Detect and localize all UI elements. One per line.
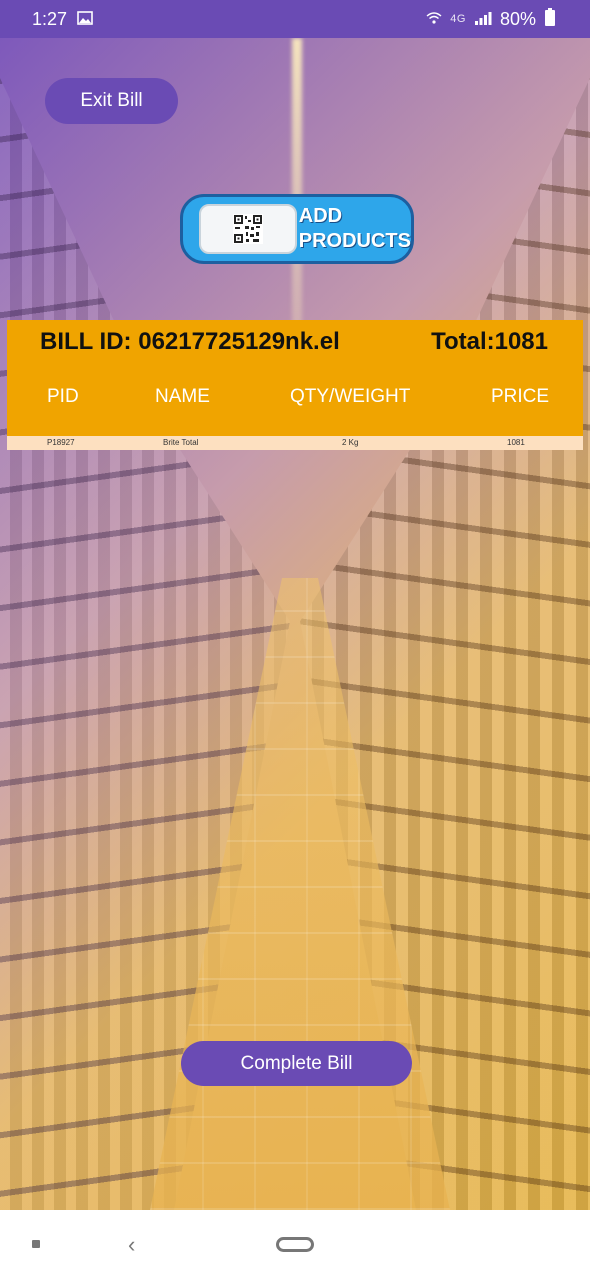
bill-header-panel: BILL ID: 06217725129nk.el Total:1081 PID… xyxy=(7,320,583,436)
row-name: Brite Total xyxy=(163,438,199,447)
battery-percent: 80% xyxy=(499,8,536,29)
exit-bill-button[interactable]: Exit Bill xyxy=(45,78,178,124)
bill-screen: Exit Bill ADD PRODUCTS BILL ID: 06217725… xyxy=(0,38,590,1210)
navigation-bar: ‹ xyxy=(0,1210,590,1280)
row-price: 1081 xyxy=(507,438,525,447)
back-icon[interactable]: ‹ xyxy=(128,1232,135,1258)
qr-code-icon xyxy=(199,204,297,254)
add-products-label: ADD PRODUCTS xyxy=(298,205,411,252)
wifi-icon xyxy=(426,9,442,30)
column-header-qty: QTY/WEIGHT xyxy=(290,386,411,407)
column-header-price: PRICE xyxy=(491,386,550,407)
network-type: 4G xyxy=(450,13,466,25)
column-header-name: NAME xyxy=(155,386,210,407)
table-row[interactable]: P18927 Brite Total 2 Kg 1081 xyxy=(7,436,583,450)
bill-id: BILL ID: 06217725129nk.el xyxy=(40,328,340,355)
gallery-icon xyxy=(77,9,93,30)
recent-apps-icon[interactable] xyxy=(32,1240,40,1248)
add-products-button[interactable]: ADD PRODUCTS xyxy=(180,194,414,264)
home-icon[interactable] xyxy=(276,1237,314,1252)
bill-total: Total:1081 xyxy=(431,328,548,355)
clock: 1:27 xyxy=(32,8,68,29)
row-pid: P18927 xyxy=(47,438,75,447)
signal-icon xyxy=(474,9,492,30)
complete-bill-button[interactable]: Complete Bill xyxy=(181,1041,412,1086)
battery-icon xyxy=(544,7,556,31)
row-qty: 2 Kg xyxy=(342,438,359,447)
status-bar: 1:27 4G 80% xyxy=(0,0,590,38)
column-header-pid: PID xyxy=(47,386,79,407)
